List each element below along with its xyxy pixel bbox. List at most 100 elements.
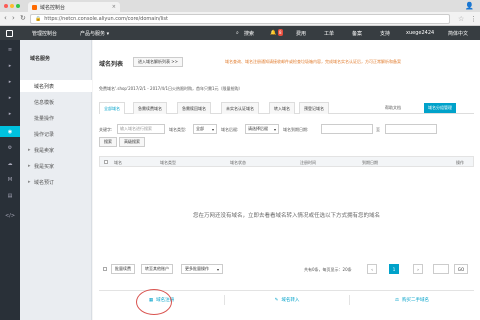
close-tab-icon[interactable]: × — [112, 4, 116, 10]
sidebar-item-info-template[interactable]: 信息模板 — [20, 96, 92, 108]
tab-renew-needed[interactable]: 急需续费域名 — [133, 102, 167, 114]
tickets-link[interactable]: 工单 — [324, 26, 334, 40]
expire-end-input[interactable] — [385, 124, 437, 134]
sidebar-item-label: 域名预订 — [34, 179, 55, 186]
browser-menu-icon[interactable]: ⋮ — [470, 15, 477, 23]
edit-icon: ✎ — [274, 297, 279, 303]
promo-link[interactable]: 免费域名'.shop'2017/2/1 - 2017/4/1日火热限时购，首年只… — [99, 86, 243, 92]
auction-icon: ⚖ — [394, 297, 400, 303]
page-1-button[interactable]: 1 — [389, 264, 399, 274]
window-controls — [4, 4, 20, 8]
sidebar-item-label: 域名列表 — [34, 83, 55, 90]
m-icon[interactable]: M — [0, 174, 20, 185]
browser-tab[interactable]: 域名控制台 × — [28, 2, 120, 12]
buy-used-button[interactable]: ⚖ 购买二手域名 — [349, 295, 474, 305]
sidebar-item-batch-ops[interactable]: 批量操作 — [20, 112, 92, 124]
transfer-in-button[interactable]: ✎ 域名转入 — [224, 295, 349, 305]
search-link[interactable]: 搜索 — [244, 26, 254, 40]
billing-link[interactable]: 费用 — [296, 26, 306, 40]
code-icon[interactable]: </> — [0, 210, 20, 221]
close-window-button[interactable] — [4, 4, 8, 8]
aliyun-logo-icon[interactable] — [6, 26, 13, 40]
console-link[interactable]: 管理控制台 — [32, 26, 57, 40]
user-menu[interactable]: xuege2424 — [406, 26, 434, 40]
tab-unverified[interactable]: 未实名认证域名 — [221, 102, 259, 114]
tab-transfer-in[interactable]: 转入域名 — [269, 102, 295, 114]
table-header: 域名 域名类型 域名状态 注册时间 到期日期 操作 — [99, 156, 474, 167]
expire-start-input[interactable] — [321, 124, 373, 134]
sidebar-item-preorder[interactable]: ▸ 域名预订 — [20, 176, 92, 188]
sidebar-item-domain-list[interactable]: 域名列表 — [20, 80, 92, 92]
search-button[interactable]: 搜索 — [99, 137, 117, 147]
keyword-label: 关键字: — [99, 127, 113, 132]
next-page-button[interactable]: › — [413, 264, 423, 274]
pagination-summary: 共有0条，每页显示：20条 — [304, 267, 352, 272]
reload-icon[interactable]: ↻ — [20, 15, 26, 22]
type-label: 域名类型: — [169, 127, 187, 132]
search-icon[interactable]: ⌕ — [236, 26, 239, 40]
support-link[interactable]: 支持 — [380, 26, 390, 40]
help-doc-link[interactable]: 帮助文档 — [385, 105, 401, 111]
sidebar-item-seller[interactable]: ▸ 我是卖家 — [20, 144, 92, 156]
caret-right-icon: ▸ — [28, 179, 31, 185]
sidebar-item-buyer[interactable]: ▸ 我是买家 — [20, 160, 92, 172]
advanced-search-button[interactable]: 高级搜索 — [119, 137, 145, 147]
more-batch-select[interactable]: 更多批量操作 ▾ — [181, 264, 223, 274]
browser-addressbar: ‹ › ↻ 🔒 https://netcn.console.aliyun.com… — [0, 12, 480, 26]
prev-page-button[interactable]: ‹ — [367, 264, 377, 274]
col-actions: 操作 — [456, 160, 464, 165]
select-all-footer-checkbox[interactable] — [103, 267, 107, 271]
nav-icon-2[interactable]: ▸ — [0, 76, 20, 87]
expire-label: 域名到期日期: — [283, 127, 309, 132]
buy-used-label: 购买二手域名 — [402, 298, 430, 303]
table-footer: 批量续费 转至其他账户 更多批量操作 ▾ 共有0条，每页显示：20条 ‹ 1 › … — [99, 262, 474, 276]
tab-preregistered[interactable]: 预登记域名 — [299, 102, 329, 114]
minimize-window-button[interactable] — [10, 4, 14, 8]
transfer-in-label: 域名转入 — [281, 298, 300, 303]
chevron-down-icon: ▾ — [273, 126, 276, 132]
globe-icon[interactable]: ◉ — [0, 126, 20, 137]
group-manage-button[interactable]: 域名分组管理 — [424, 103, 456, 113]
col-domain: 域名 — [114, 160, 122, 165]
gear-icon[interactable]: ⚙ — [0, 142, 20, 153]
cloud-icon[interactable]: ☁ — [0, 158, 20, 169]
maximize-window-button[interactable] — [16, 4, 20, 8]
goto-button[interactable]: GO — [454, 264, 468, 274]
forward-icon[interactable]: › — [12, 15, 15, 22]
tab-all-domains[interactable]: 全部域名 — [99, 102, 125, 114]
person-icon[interactable]: 👤 — [465, 2, 474, 10]
batch-renew-button[interactable]: 批量续费 — [111, 264, 135, 274]
tab-redeem-needed[interactable]: 急需赎回域名 — [177, 102, 211, 114]
nav-icon-4[interactable]: ▸ — [0, 108, 20, 119]
col-status: 域名状态 — [230, 160, 246, 165]
keyword-input[interactable]: 输入域名进行搜索 — [117, 124, 165, 134]
icon-sidebar: ≡ ▸ ▸ ▸ ▸ ◉ ⚙ ☁ M ▤ </> — [0, 40, 20, 320]
select-all-checkbox[interactable] — [104, 160, 108, 164]
filter-tabs: 全部域名 急需续费域名 急需赎回域名 未实名认证域名 转入域名 预登记域名 — [99, 102, 474, 114]
back-icon[interactable]: ‹ — [4, 15, 7, 22]
sidebar-item-label: 批量操作 — [34, 115, 55, 122]
empty-message-text: 您在万网还没有域名，立即去看看域名转入情况或任选以下方式拥有您的域名 — [193, 213, 381, 219]
nav-icon-3[interactable]: ▸ — [0, 92, 20, 103]
language-switch[interactable]: 简体中文 — [448, 26, 468, 40]
nav-icon-1[interactable]: ▸ — [0, 60, 20, 71]
bookmark-star-icon[interactable]: ☆ — [458, 15, 464, 23]
type-select[interactable]: 全部 ▾ — [193, 124, 217, 134]
caret-right-icon: ▸ — [28, 147, 31, 153]
domain-sidebar-title: 域名服务 — [30, 55, 51, 62]
bell-icon[interactable]: 🔔 — [270, 26, 276, 40]
url-input[interactable]: 🔒 https://netcn.console.aliyun.com/core/… — [30, 14, 450, 24]
suffix-select[interactable]: 请选择后缀 ▾ — [245, 124, 279, 134]
database-icon[interactable]: ▤ — [0, 190, 20, 201]
empty-message: 您在万网还没有域名，立即去看看域名转入情况或任选以下方式拥有您的域名 — [193, 211, 380, 219]
transfer-account-button[interactable]: 转至其他账户 — [141, 264, 173, 274]
sidebar-item-label: 信息模板 — [34, 99, 55, 106]
sidebar-item-op-log[interactable]: 操作记录 — [20, 128, 92, 140]
sidebar-item-label: 我是卖家 — [34, 147, 55, 154]
dns-list-button[interactable]: 进入域名解析列表 >> — [133, 57, 183, 67]
goto-page-input[interactable] — [433, 264, 449, 274]
url-text: https://netcn.console.aliyun.com/core/do… — [44, 16, 168, 22]
products-menu[interactable]: 产品与服务 ▾ — [80, 26, 109, 40]
icp-link[interactable]: 备案 — [352, 26, 362, 40]
collapse-icon[interactable]: ≡ — [0, 44, 20, 55]
